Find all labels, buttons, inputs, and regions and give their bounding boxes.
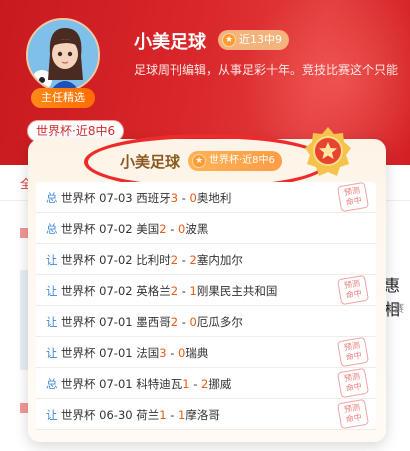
hit-stamp-icon: 预测 命中 <box>336 398 370 430</box>
match-date: 07-01 <box>99 346 133 360</box>
match-line: 世界杯 07-01 墨西哥2 - 0厄瓜多尔 <box>61 315 243 329</box>
league: 世界杯 <box>61 191 96 205</box>
bet-type: 总 <box>46 377 58 391</box>
away-team: 挪威 <box>208 377 232 391</box>
record-row[interactable]: 总世界杯 07-02 美国2 - 0波黑 <box>36 213 376 244</box>
away-score: 0 <box>189 191 197 205</box>
home-team: 美国 <box>136 222 160 236</box>
match-date: 06-30 <box>99 408 133 422</box>
expert-name: 小美足球 <box>134 32 206 53</box>
expert-description: 足球周刊编辑，从事足彩十年。竞技比赛这个只能 <box>134 63 399 77</box>
league: 世界杯 <box>61 315 96 329</box>
hit-stamp-icon: 预测 命中 <box>336 336 370 368</box>
match-date: 07-02 <box>99 222 133 236</box>
record-row[interactable]: 让世界杯 06-30 荷兰1 - 1摩洛哥 预测 命中 <box>36 398 376 430</box>
match-line: 世界杯 07-01 法国3 - 0瑞典 <box>61 346 209 360</box>
league: 世界杯 <box>61 377 96 391</box>
article-subtitle: 比赛 <box>384 304 404 315</box>
away-score: 1 <box>189 284 197 298</box>
star-icon: ★ <box>222 33 236 47</box>
record-row[interactable]: 总世界杯 07-01 科特迪瓦1 - 2挪威 预测 命中 <box>36 367 376 399</box>
row-divider <box>36 429 376 430</box>
star-icon: ★ <box>192 154 206 168</box>
home-team: 法国 <box>136 346 160 360</box>
home-score: 1 <box>159 408 167 422</box>
away-score: 2 <box>189 253 197 267</box>
home-score: 2 <box>170 253 179 267</box>
record-row[interactable]: 让世界杯 07-01 法国3 - 0瑞典 预测 命中 <box>36 336 376 368</box>
bet-type: 让 <box>46 408 58 422</box>
hit-stamp-icon: 预测 命中 <box>336 274 370 306</box>
medal-icon <box>305 127 351 176</box>
match-date: 07-02 <box>99 253 133 267</box>
home-team: 西班牙 <box>136 191 171 205</box>
home-score: 2 <box>159 222 167 236</box>
away-team: 刚果民主共和国 <box>196 284 278 298</box>
league: 世界杯 <box>61 346 96 360</box>
record-popup: 小美足球 ★ 世界杯·近8中6 总世界杯 07-03 西班牙3 - 0奥地利 预测… <box>28 127 386 442</box>
popup-badge-text: 世界杯·近8中6 <box>209 155 275 166</box>
bet-type: 总 <box>46 191 58 205</box>
match-date: 07-01 <box>99 377 133 391</box>
popup-record-badge: ★ 世界杯·近8中6 <box>188 151 282 171</box>
home-score: 2 <box>170 315 179 329</box>
home-score: 3 <box>170 191 179 205</box>
away-score: 0 <box>189 315 197 329</box>
role-tag: 主任精选 <box>31 88 95 108</box>
away-team: 奥地利 <box>196 191 232 205</box>
bet-type: 总 <box>46 222 58 236</box>
away-team: 瑞典 <box>185 346 209 360</box>
away-team: 摩洛哥 <box>185 408 220 422</box>
hit-stamp-icon: 预测 命中 <box>336 367 370 399</box>
match-line: 世界杯 07-02 比利时2 - 2塞内加尔 <box>61 253 243 267</box>
home-team: 科特迪瓦 <box>136 377 183 391</box>
home-score: 3 <box>159 346 167 360</box>
record-row[interactable]: 总世界杯 07-03 西班牙3 - 0奥地利 预测 命中 <box>36 181 376 213</box>
home-score: 1 <box>182 377 190 391</box>
match-line: 世界杯 07-02 美国2 - 0波黑 <box>61 222 209 236</box>
league: 世界杯 <box>61 284 96 298</box>
bet-type: 让 <box>46 284 58 298</box>
record-row[interactable]: 让世界杯 07-01 墨西哥2 - 0厄瓜多尔 <box>36 306 376 337</box>
home-team: 墨西哥 <box>136 315 171 329</box>
home-team: 英格兰 <box>136 284 171 298</box>
record-row[interactable]: 让世界杯 07-02 比利时2 - 2塞内加尔 <box>36 244 376 275</box>
away-team: 塞内加尔 <box>196 253 243 267</box>
match-line: 世界杯 07-01 科特迪瓦1 - 2挪威 <box>61 377 232 391</box>
away-team: 波黑 <box>185 222 209 236</box>
record-list: 总世界杯 07-03 西班牙3 - 0奥地利 预测 命中总世界杯 07-02 美国2… <box>36 181 376 430</box>
match-line: 世界杯 06-30 荷兰1 - 1摩洛哥 <box>61 408 220 422</box>
league: 世界杯 <box>61 408 96 422</box>
bet-type: 让 <box>46 346 58 360</box>
popup-expert-name: 小美足球 <box>120 153 181 171</box>
bet-type: 让 <box>46 253 58 267</box>
home-team: 比利时 <box>136 253 171 267</box>
league: 世界杯 <box>61 222 96 236</box>
home-team: 荷兰 <box>136 408 160 422</box>
bet-type: 让 <box>46 315 58 329</box>
streak-text: 近13中9 <box>239 33 282 46</box>
match-line: 世界杯 07-03 西班牙3 - 0奥地利 <box>61 191 232 205</box>
hit-stamp-icon: 预测 命中 <box>336 181 370 213</box>
away-team: 厄瓜多尔 <box>196 315 243 329</box>
avatar[interactable] <box>26 18 100 92</box>
match-line: 世界杯 07-02 英格兰2 - 1刚果民主共和国 <box>61 284 278 298</box>
match-date: 07-03 <box>99 191 133 205</box>
record-row[interactable]: 让世界杯 07-02 英格兰2 - 1刚果民主共和国 预测 命中 <box>36 274 376 306</box>
streak-badge: ★ 近13中9 <box>218 30 289 50</box>
match-date: 07-01 <box>99 315 133 329</box>
home-score: 2 <box>170 284 179 298</box>
match-date: 07-02 <box>99 284 133 298</box>
avatar-illustration <box>28 20 98 90</box>
league: 世界杯 <box>61 253 96 267</box>
